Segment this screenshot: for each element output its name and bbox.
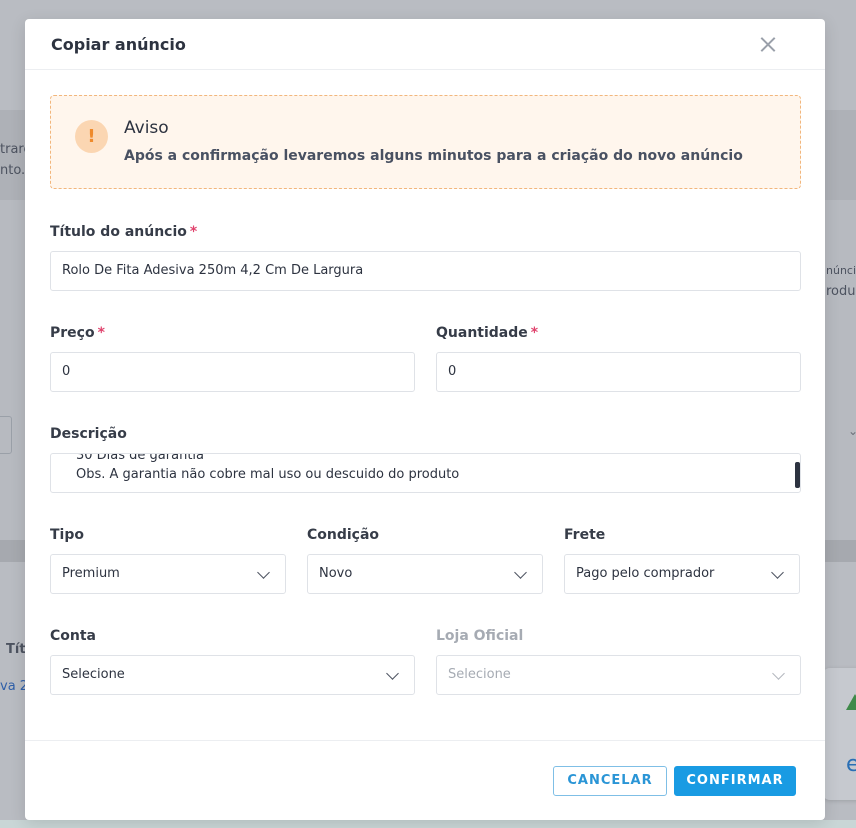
type-select[interactable]: Premium [50,554,286,594]
background-text: rodu [826,284,856,299]
condition-label: Condição [307,527,380,543]
background-text: nto. [0,163,26,178]
type-label: Tipo [50,527,84,543]
background-input [0,416,12,454]
official-store-select: Selecione [436,655,801,695]
type-select-value: Premium [62,566,120,581]
confirm-button[interactable]: CONFIRMAR [674,766,796,796]
description-line: 30 Dias de garantia [76,453,204,463]
account-select-value: Selecione [62,667,125,682]
required-mark: * [189,224,198,240]
floating-widget: e [822,668,856,800]
required-mark: * [97,325,105,341]
condition-select-value: Novo [319,566,353,581]
account-select[interactable]: Selecione [50,655,415,695]
quantity-label: Quantidade * [436,325,539,341]
price-input[interactable]: 0 [50,352,415,392]
price-label: Preço * [50,325,105,341]
chevron-down-icon [257,566,270,579]
chevron-down-icon [771,566,784,579]
background-bottom-strip [0,820,856,828]
alert-title: Aviso [124,118,169,138]
chevron-down-icon: ⌄ [848,424,856,438]
background-table-header: Tít [6,642,26,657]
account-label: Conta [50,628,96,644]
required-mark: * [530,325,539,341]
alert-text: Após a confirmação levaremos alguns minu… [124,148,743,164]
quantity-input[interactable]: 0 [436,352,801,392]
chevron-down-icon [772,667,785,680]
chevron-down-icon [514,566,527,579]
title-input[interactable]: Rolo De Fita Adesiva 250m 4,2 Cm De Larg… [50,251,801,291]
close-icon[interactable] [758,34,778,54]
drive-icon [846,694,856,710]
description-label: Descrição [50,426,127,442]
background-text: núnci [826,264,856,277]
description-textarea[interactable]: 30 Dias de garantia Obs. A garantia não … [50,453,801,493]
copy-ad-modal: Copiar anúncio ! Aviso Após a confirmaçã… [25,19,825,820]
footer-divider [25,740,825,741]
textarea-scrollbar[interactable] [795,462,800,488]
warning-icon: ! [75,120,108,153]
chevron-down-icon [386,667,399,680]
modal-title: Copiar anúncio [51,35,186,54]
shipping-label: Frete [564,527,606,543]
title-label: Título do anúncio * [50,224,198,240]
description-line: Obs. A garantia não cobre mal uso ou des… [76,467,460,482]
official-store-label: Loja Oficial [436,628,524,644]
edge-icon: e [846,752,856,777]
condition-select[interactable]: Novo [307,554,543,594]
modal-header: Copiar anúncio [25,19,825,70]
shipping-select-value: Pago pelo comprador [576,566,715,581]
cancel-button[interactable]: CANCELAR [553,766,667,796]
warning-alert: ! Aviso Após a confirmação levaremos alg… [50,95,801,189]
official-store-select-value: Selecione [448,667,511,682]
shipping-select[interactable]: Pago pelo comprador [564,554,800,594]
